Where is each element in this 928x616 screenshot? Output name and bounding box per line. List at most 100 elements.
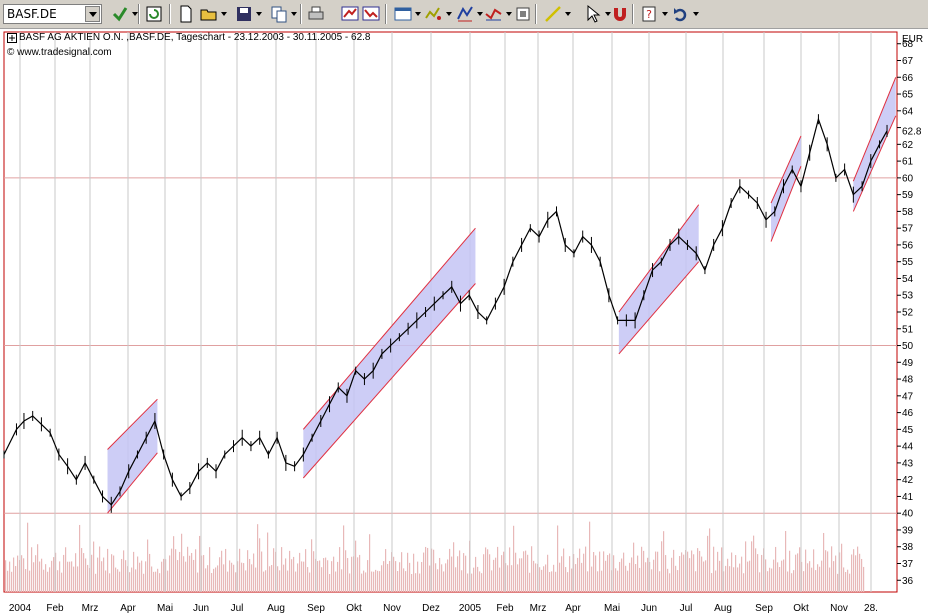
volume-bar (687, 551, 689, 592)
volume-bar (147, 539, 149, 592)
volume-bar (765, 559, 767, 592)
volume-bar (405, 571, 407, 592)
volume-bar (717, 551, 719, 592)
strategy-icon[interactable] (484, 4, 504, 24)
volume-bar (831, 546, 833, 592)
dropdown-arrow-icon[interactable] (221, 12, 227, 16)
volume-bar (541, 569, 543, 592)
volume-bar (371, 571, 373, 592)
volume-bar (583, 553, 585, 592)
dropdown-arrow-icon[interactable] (256, 12, 262, 16)
volume-bar (217, 565, 219, 592)
volume-bar (17, 555, 19, 592)
volume-bar (287, 570, 289, 592)
volume-bar (247, 550, 249, 592)
volume-bar (113, 555, 115, 592)
help-icon[interactable]: ? (640, 4, 660, 24)
volume-bar (263, 571, 265, 592)
volume-bar (61, 572, 63, 592)
volume-bar (773, 559, 775, 592)
chart-next-icon[interactable] (361, 4, 381, 24)
volume-bar (361, 573, 363, 592)
properties-icon[interactable] (513, 4, 533, 24)
volume-bar (619, 561, 621, 592)
volume-bar (643, 550, 645, 592)
symbol-value: BASF.DE (7, 7, 57, 21)
volume-bar (27, 522, 29, 592)
magnet-icon[interactable] (610, 4, 630, 24)
y-tick-label: 41 (902, 492, 914, 503)
volume-bar (809, 561, 811, 592)
volume-bar (657, 551, 659, 592)
volume-bar (459, 550, 461, 592)
volume-bar (465, 555, 467, 592)
volume-bar (341, 569, 343, 592)
volume-bar (335, 571, 337, 592)
volume-bar (479, 571, 481, 592)
volume-bar (295, 571, 297, 592)
volume-bar (185, 561, 187, 592)
undo-icon[interactable] (671, 4, 691, 24)
volume-bar (761, 554, 763, 592)
dropdown-arrow-icon[interactable] (693, 12, 699, 16)
print-icon[interactable] (306, 4, 326, 24)
line-draw-icon[interactable] (543, 4, 563, 24)
volume-bar (751, 541, 753, 592)
dropdown-arrow-icon[interactable] (291, 12, 297, 16)
y-tick-label: 59 (902, 190, 914, 201)
dropdown-arrow-icon[interactable] (565, 12, 571, 16)
chart-prev-icon[interactable] (340, 4, 360, 24)
volume-bar (473, 567, 475, 592)
volume-bar (531, 546, 533, 592)
copy-icon[interactable] (269, 4, 289, 24)
cursor-icon[interactable] (583, 4, 603, 24)
volume-bar (243, 563, 245, 592)
volume-bar (289, 550, 291, 592)
open-icon[interactable] (199, 4, 219, 24)
volume-bar (845, 572, 847, 592)
volume-bar (539, 567, 541, 592)
indicator-icon[interactable] (424, 4, 444, 24)
volume-bar (691, 550, 693, 592)
volume-bar (635, 564, 637, 592)
volume-bar (109, 573, 111, 592)
volume-bar (625, 565, 627, 592)
save-icon[interactable] (234, 4, 254, 24)
go-icon[interactable] (110, 4, 130, 24)
volume-bar (567, 572, 569, 592)
volume-bar (369, 534, 371, 592)
y-tick-label: 39 (902, 525, 914, 536)
refresh-icon[interactable] (144, 4, 164, 24)
dropdown-arrow-icon[interactable] (446, 12, 452, 16)
volume-bar (51, 560, 53, 592)
volume-bar (385, 549, 387, 592)
dropdown-arrow-icon[interactable] (506, 12, 512, 16)
scanner-icon[interactable] (455, 4, 475, 24)
dropdown-arrow-icon[interactable] (415, 12, 421, 16)
volume-bar (15, 566, 17, 592)
volume-bar (491, 570, 493, 592)
dropdown-arrow-icon[interactable] (662, 12, 668, 16)
volume-bar (719, 560, 721, 592)
volume-bar (447, 559, 449, 592)
volume-bar (693, 554, 695, 592)
volume-bar (145, 561, 147, 592)
window-icon[interactable] (393, 4, 413, 24)
chevron-down-icon[interactable] (85, 6, 100, 22)
volume-bar (713, 546, 715, 592)
volume-bar (29, 570, 31, 592)
x-tick-label: Sep (755, 603, 773, 614)
volume-bar (671, 557, 673, 592)
symbol-dropdown[interactable]: BASF.DE (3, 4, 102, 24)
volume-bar (707, 535, 709, 592)
volume-bar (65, 547, 67, 592)
volume-bar (767, 571, 769, 592)
volume-bar (755, 548, 757, 592)
volume-bar (395, 561, 397, 592)
volume-bar (49, 567, 51, 592)
volume-bar (365, 572, 367, 592)
dropdown-arrow-icon[interactable] (477, 12, 483, 16)
volume-bar (499, 567, 501, 592)
new-icon[interactable] (176, 4, 196, 24)
volume-bar (629, 562, 631, 592)
